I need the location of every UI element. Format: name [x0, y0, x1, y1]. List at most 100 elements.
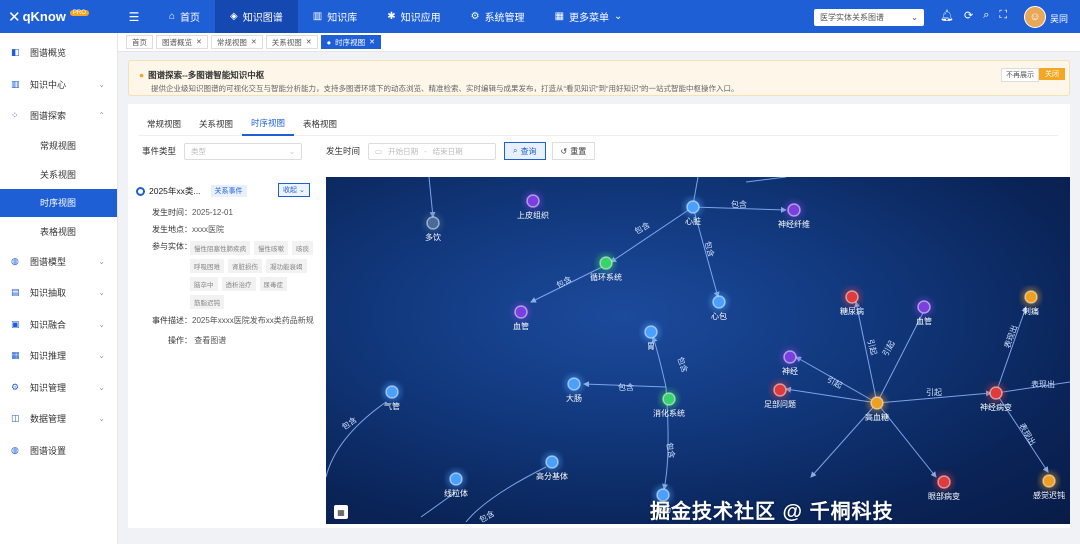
fullscreen-icon[interactable]: ⛶	[999, 9, 1007, 22]
sidebar-item-manage[interactable]: ⚙ 知识管理 ⌄	[0, 372, 117, 404]
sidebar-item-label: 图谱概览	[30, 48, 67, 59]
sidebar-item-regular-view[interactable]: 常规视图	[0, 132, 117, 161]
tab-regular-view[interactable]: 常规视图 ✕	[210, 35, 263, 49]
entity-chip[interactable]: 筋脂迟钝	[190, 295, 224, 309]
nav-home[interactable]: ⌂ 首页	[154, 0, 215, 33]
entity-chip[interactable]: 透析治疗	[221, 277, 256, 291]
event-type-select[interactable]: 类型 ⌄	[184, 142, 303, 160]
close-icon[interactable]: ✕	[306, 38, 312, 46]
sidebar-item-overview[interactable]: ◧ 图谱概览	[0, 37, 117, 69]
graph-node[interactable]: 高血糖	[865, 393, 889, 422]
graph-node[interactable]: 上皮组织	[517, 191, 549, 220]
event-badge: 关系事件	[210, 185, 247, 197]
home-icon: ⌂	[169, 11, 176, 22]
username[interactable]: 吴同	[1050, 12, 1068, 25]
entity-chip[interactable]: 慢性咳嗽	[254, 241, 288, 255]
refresh-icon[interactable]: ⟳	[964, 9, 973, 22]
tab-relation[interactable]: 关系视图	[190, 112, 242, 136]
tab-table[interactable]: 表格视图	[294, 112, 346, 136]
entity-chip[interactable]: 脑卒中	[190, 277, 218, 291]
graph-node[interactable]: 眼部病变	[928, 472, 960, 501]
nav-knowledge-base[interactable]: ▥ 知识库	[298, 0, 372, 33]
sidebar-item-settings[interactable]: ◍ 图谱设置	[0, 435, 117, 467]
entity-chip[interactable]: 慢性阻塞性肺疾病	[190, 241, 250, 255]
grid-icon[interactable]: ▦	[334, 505, 348, 519]
tab-relation-view[interactable]: 关系视图 ✕	[265, 35, 318, 49]
sidebar-item-reasoning[interactable]: ▦ 知识推理 ⌄	[0, 340, 117, 372]
main-panel: 常规视图 关系视图 时序视图 表格视图 事件类型 类型 ⌄ 发生时间 ▭ 开始日期 -…	[128, 104, 1070, 528]
entity-chip[interactable]: 尿毒症	[259, 277, 287, 291]
edge-label: 表现出	[1017, 421, 1038, 447]
tab-regular[interactable]: 常规视图	[138, 112, 190, 136]
app-logo[interactable]: ✕ qKnow PRO	[0, 8, 118, 26]
view-graph-link[interactable]: 查看图谱	[194, 336, 226, 345]
search-icon[interactable]: ⌕	[983, 9, 989, 22]
sidebar-item-data[interactable]: ◫ 数据管理 ⌄	[0, 403, 117, 435]
graph-node[interactable]: 神经	[780, 347, 800, 376]
graph-node[interactable]: 线粒体	[444, 469, 468, 498]
graph-svg: 包含 包含 包含 包含 包含 包含 包含 包含 引起 引起 引起 引起 表现出 …	[326, 177, 1070, 524]
edge-label: 包含	[665, 442, 678, 459]
entity-chip[interactable]: 呼吸困难	[190, 259, 224, 273]
graph-node[interactable]: 胃	[641, 322, 661, 351]
sidebar-item-table-view[interactable]: 表格视图	[0, 217, 117, 246]
graph-node[interactable]: 神经病变	[980, 383, 1012, 412]
graph-node[interactable]: 气管	[382, 382, 402, 411]
entity-chip[interactable]: 凝功能衰竭	[266, 259, 307, 273]
graph-node[interactable]: 心包	[709, 292, 729, 321]
chevron-down-icon: ⌄	[98, 319, 105, 329]
graph-node[interactable]: 足部问题	[764, 380, 796, 409]
reset-button[interactable]: ↺ 重置	[551, 142, 596, 160]
query-button[interactable]: ⌕ 查询	[504, 142, 546, 160]
nav-knowledge-app[interactable]: ✱ 知识应用	[372, 0, 455, 33]
graph-node[interactable]: 神经纤维	[778, 200, 810, 229]
date-range-picker[interactable]: ▭ 开始日期 - 结束日期	[368, 142, 497, 160]
graph-node[interactable]: 刺痛	[1021, 287, 1041, 316]
graph-node[interactable]: 感觉迟钝	[1033, 471, 1065, 500]
sidebar-item-knowledge-center[interactable]: ▥ 知识中心 ⌄	[0, 69, 117, 101]
tab-home[interactable]: 首页	[126, 35, 153, 49]
collapse-button[interactable]: 收起 ⌄	[278, 183, 310, 197]
graph-node[interactable]: 血管	[511, 302, 531, 331]
notice-title-row: ● 图谱探索--多图谱智能知识中枢	[139, 69, 264, 81]
avatar[interactable]: ☺	[1024, 6, 1046, 28]
close-icon[interactable]: ✕	[369, 38, 375, 46]
sidebar-item-explore[interactable]: ⁘ 图谱探索 ⌃	[0, 100, 117, 132]
nav-more[interactable]: ▦ 更多菜单 ⌄	[540, 0, 638, 33]
tab-timeline-view[interactable]: ● 时序视图 ✕	[320, 35, 382, 49]
sidebar-item-timeline-view[interactable]: 时序视图	[0, 188, 117, 217]
node-label: 血管	[513, 321, 529, 331]
close-icon[interactable]: ✕	[251, 38, 257, 46]
graph-node[interactable]: 多饮	[423, 213, 443, 242]
graph-edge	[428, 177, 436, 218]
bell-icon[interactable]: 🔔︎	[940, 9, 954, 22]
sidebar-item-label: 知识抽取	[30, 288, 67, 299]
graph-node[interactable]: 糖尿病	[840, 287, 864, 316]
menu-toggle-icon[interactable]: ☰	[124, 10, 144, 24]
graph-node[interactable]: 血管	[914, 297, 934, 326]
graph-node[interactable]: 心脏	[683, 197, 703, 226]
sidebar-item-fusion[interactable]: ▣ 知识融合 ⌄	[0, 309, 117, 341]
tab-timeline[interactable]: 时序视图	[242, 112, 295, 136]
graph-canvas[interactable]: 包含 包含 包含 包含 包含 包含 包含 包含 引起 引起 引起 引起 表现出 …	[326, 177, 1070, 524]
graph-node[interactable]: 大肠	[564, 374, 584, 403]
view-tabs: 常规视图 关系视图 时序视图 表格视图	[138, 112, 1058, 136]
tab-overview[interactable]: 图谱概览 ✕	[156, 35, 208, 49]
node-label: 大肠	[566, 393, 582, 403]
nav-knowledge-graph[interactable]: ◈ 知识图谱	[215, 0, 298, 33]
graph-node[interactable]: 高分基体	[536, 452, 568, 481]
sidebar-item-model[interactable]: ◍ 图谱模型 ⌄	[0, 246, 117, 278]
top-icons: 🔔︎ ⟳ ⌕ ⛶	[940, 9, 1007, 22]
entity-chip[interactable]: 咳痰	[292, 241, 313, 255]
sidebar-item-extract[interactable]: ▤ 知识抽取 ⌄	[0, 277, 117, 309]
graph-node[interactable]: 消化系统	[653, 389, 685, 418]
sidebar-item-relation-view[interactable]: 关系视图	[0, 160, 117, 189]
close-button[interactable]: 关闭	[1039, 68, 1065, 80]
entity-chip[interactable]: 肾脏损伤	[228, 259, 262, 273]
close-icon[interactable]: ✕	[196, 38, 202, 46]
nav-system[interactable]: ⚙ 系统管理	[456, 0, 540, 33]
extract-icon: ▤	[11, 287, 20, 298]
edge-label: 表现出	[1002, 324, 1020, 350]
dont-show-button[interactable]: 不再展示	[1001, 68, 1039, 82]
graph-select[interactable]: 医学实体关系图谱 ⌄	[814, 9, 924, 26]
